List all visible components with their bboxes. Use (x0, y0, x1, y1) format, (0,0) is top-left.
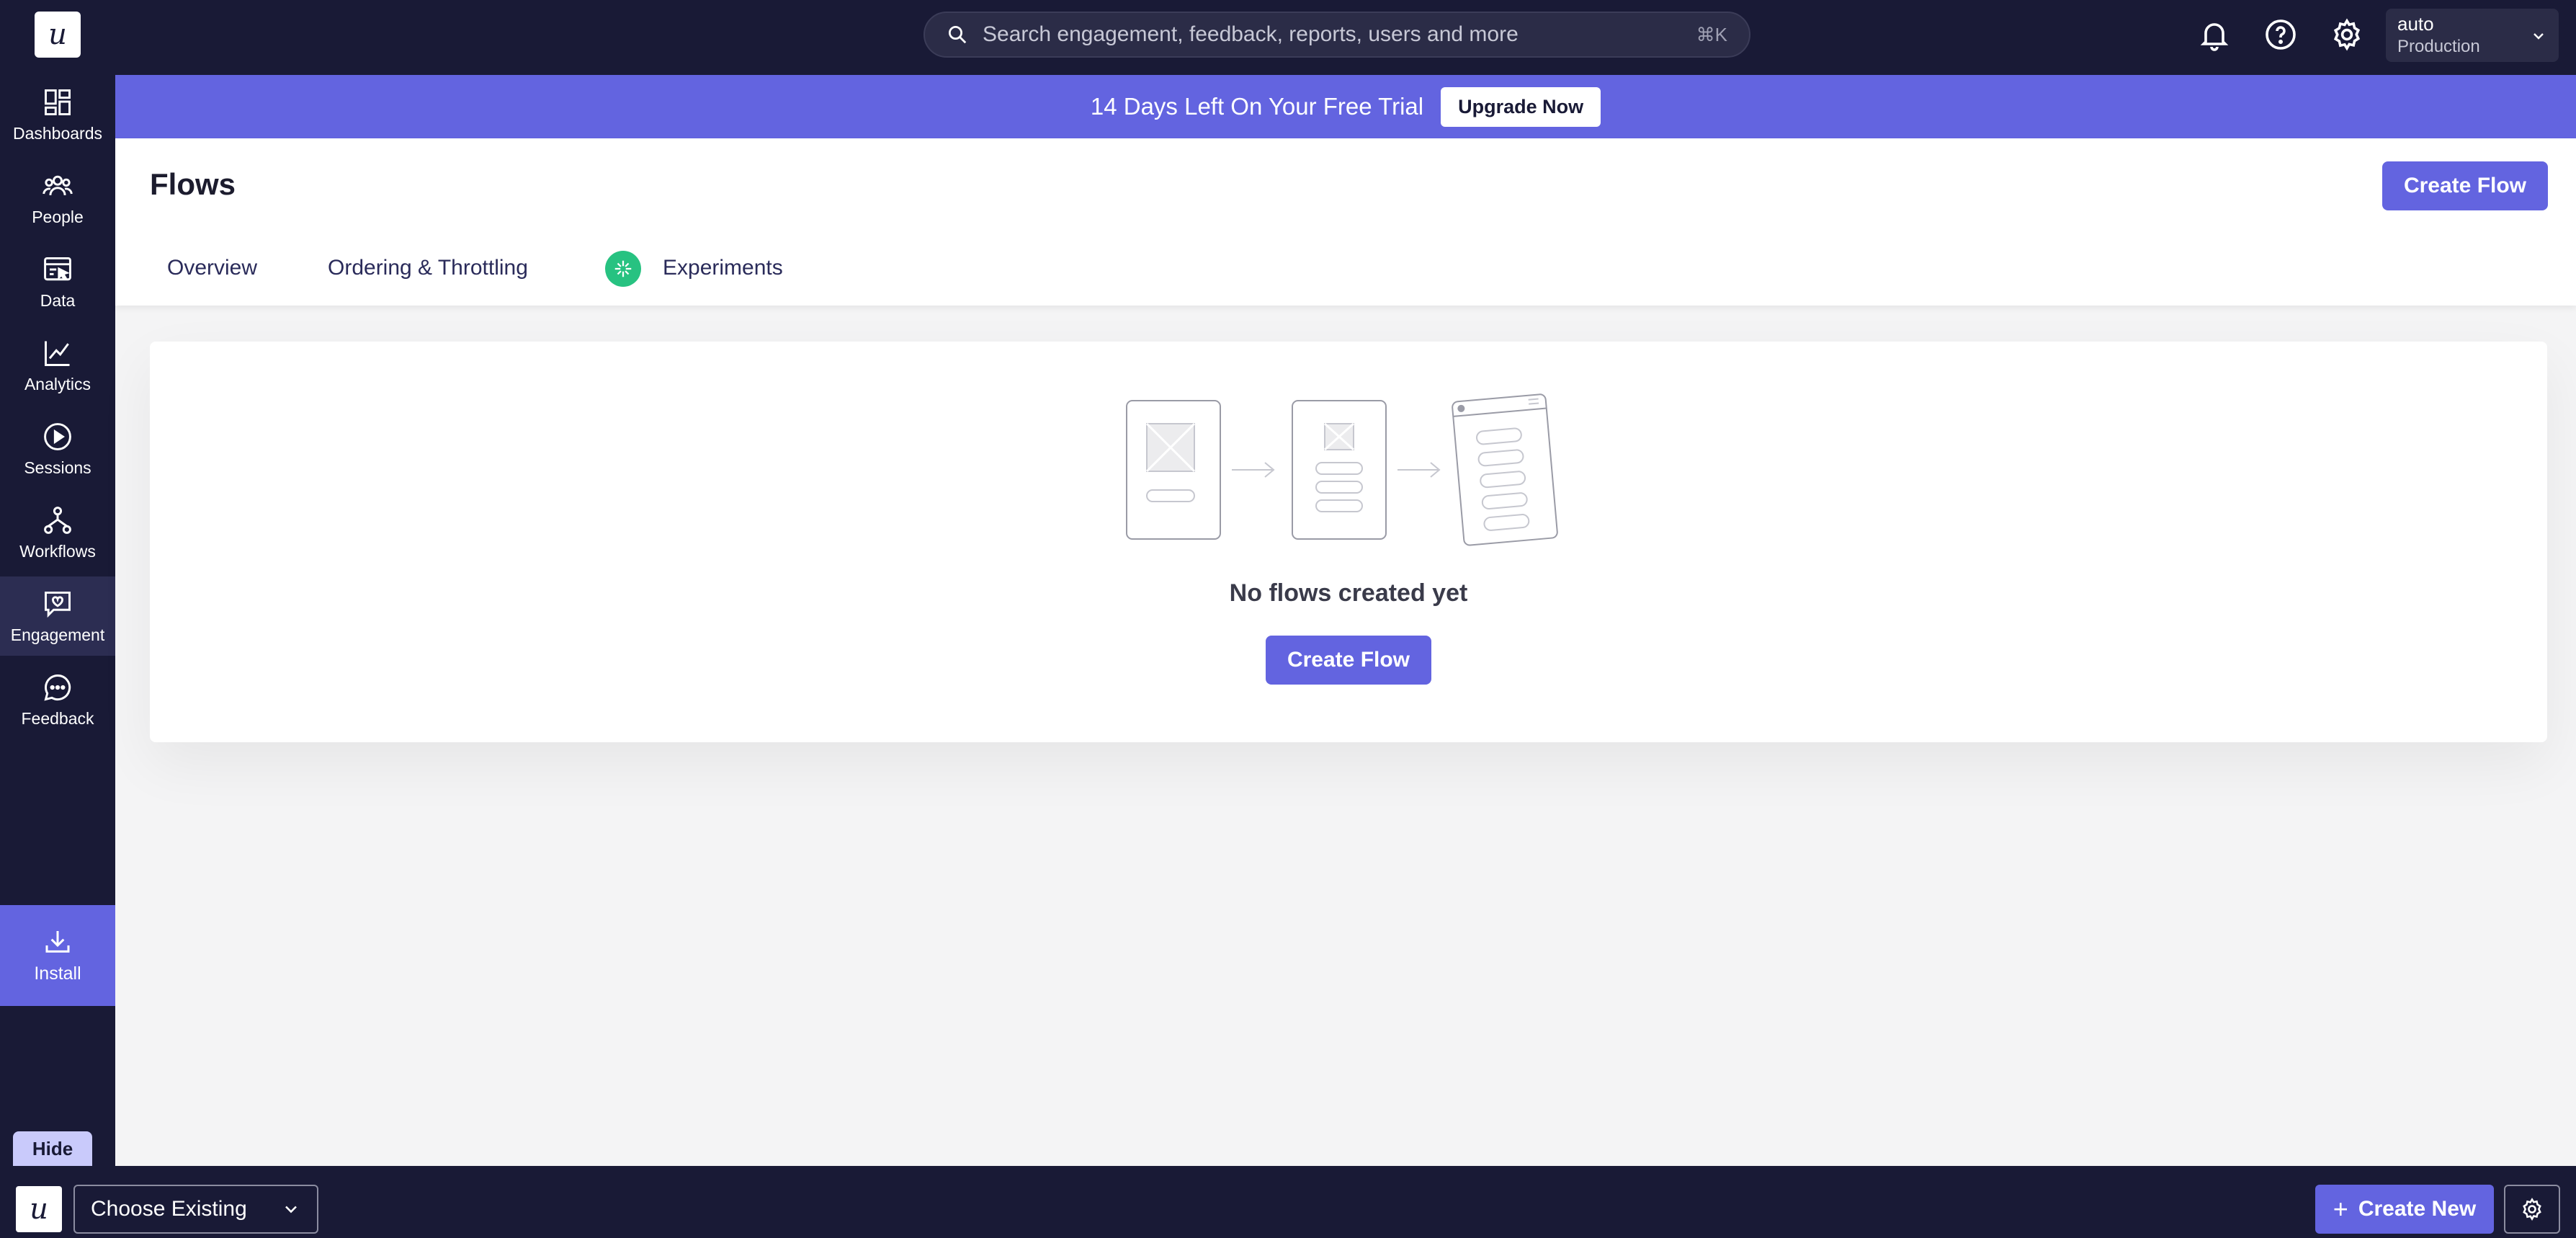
environment-switcher[interactable]: auto Production (2386, 9, 2559, 62)
download-icon (45, 930, 70, 953)
sidebar-item-label: Workflows (19, 541, 96, 561)
tab-ordering-throttling[interactable]: Ordering & Throttling (328, 239, 528, 297)
sidebar-item-analytics[interactable]: Analytics (0, 326, 115, 405)
create-new-button[interactable]: + Create New (2315, 1185, 2494, 1234)
create-new-label: Create New (2358, 1197, 2477, 1221)
top-bar: u Search engagement, feedback, reports, … (0, 0, 2576, 75)
environment-name: auto (2397, 13, 2434, 35)
sidebar-item-workflows[interactable]: Workflows (0, 493, 115, 572)
install-button[interactable]: Install (0, 905, 115, 1006)
install-label: Install (34, 963, 81, 984)
tab-bar: Overview Ordering & Throttling Experimen… (115, 239, 2576, 297)
help-icon[interactable] (2263, 17, 2298, 52)
search-shortcut: ⌘K (1696, 23, 1727, 45)
choose-existing-label: Choose Existing (91, 1197, 247, 1221)
engagement-icon (45, 591, 71, 618)
sidebar-item-label: People (32, 207, 84, 226)
experiments-badge (605, 251, 641, 287)
sidebar-item-label: Sessions (24, 458, 91, 477)
builder-logo[interactable]: u (16, 1186, 62, 1232)
sidebar-item-label: Dashboards (12, 123, 103, 143)
sidebar-item-feedback[interactable]: Feedback (0, 660, 115, 739)
environment-stage: Production (2397, 37, 2480, 56)
trial-text: 14 Days Left On Your Free Trial (1090, 93, 1424, 120)
sparkle-icon (614, 260, 632, 277)
data-icon (44, 257, 71, 280)
tab-overview[interactable]: Overview (167, 239, 257, 297)
search-placeholder: Search engagement, feedback, reports, us… (983, 22, 1519, 46)
chevron-down-icon (285, 1206, 297, 1213)
gear-icon[interactable] (2330, 17, 2364, 52)
trial-banner: 14 Days Left On Your Free Trial Upgrade … (115, 75, 2576, 138)
dashboard-icon (45, 89, 71, 115)
sidebar-item-label: Feedback (21, 708, 94, 728)
builder-settings-button[interactable] (2504, 1185, 2560, 1234)
plus-icon: + (2333, 1194, 2348, 1224)
upgrade-button[interactable]: Upgrade Now (1441, 86, 1601, 127)
bottom-bar: u Choose Existing + Create New (0, 1166, 2576, 1238)
page-title: Flows (150, 167, 236, 201)
sidebar-item-data[interactable]: Data (0, 242, 115, 321)
empty-state-card: No flows created yet Create Flow (150, 342, 2547, 742)
flows-illustration (1126, 393, 1558, 546)
tab-experiments[interactable]: Experiments (663, 239, 783, 297)
choose-existing-select[interactable]: Choose Existing (73, 1185, 318, 1234)
sidebar-item-label: Engagement (10, 625, 105, 644)
analytics-icon (45, 341, 70, 366)
sidebar-item-label: Data (40, 290, 76, 310)
hide-button[interactable]: Hide (13, 1131, 92, 1166)
sidebar-item-dashboards[interactable]: Dashboards (0, 75, 115, 154)
create-flow-button[interactable]: Create Flow (2382, 161, 2548, 210)
play-icon (44, 422, 71, 450)
people-icon (43, 175, 73, 195)
sidebar-item-label: Analytics (24, 374, 91, 393)
sidebar-item-sessions[interactable]: Sessions (0, 409, 115, 489)
app-logo[interactable]: u (35, 12, 81, 58)
chat-icon (44, 674, 71, 701)
gear-icon (2523, 1198, 2541, 1221)
search-input[interactable]: Search engagement, feedback, reports, us… (923, 12, 1750, 58)
sidebar-item-engagement[interactable]: Engagement (0, 576, 115, 656)
chevron-down-icon (2533, 33, 2544, 40)
empty-state-message: No flows created yet (1229, 579, 1468, 607)
search-icon (949, 26, 967, 44)
bell-icon[interactable] (2197, 17, 2232, 52)
page-header: Flows Create Flow Overview Ordering & Th… (115, 138, 2576, 306)
workflow-icon (44, 506, 71, 534)
empty-state-create-flow-button[interactable]: Create Flow (1266, 636, 1431, 685)
sidebar-item-people[interactable]: People (0, 159, 115, 238)
sidebar: Dashboards People Data Analytics Session… (0, 75, 115, 1166)
